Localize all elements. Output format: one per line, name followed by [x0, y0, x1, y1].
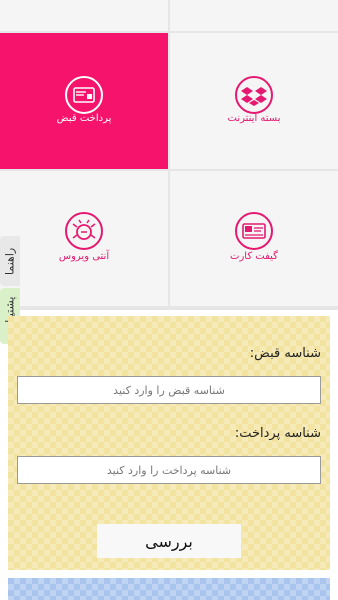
- tile-partial-right: [170, 0, 338, 31]
- gift-card-icon: [235, 212, 273, 250]
- tile-bill-payment-label: پرداخت قبض: [56, 113, 112, 124]
- tile-gift-card-label: گیفت کارت: [230, 251, 278, 262]
- check-button[interactable]: بررسی: [97, 524, 241, 558]
- tile-bill-payment[interactable]: پرداخت قبض: [0, 33, 168, 169]
- bill-id-input[interactable]: [17, 376, 321, 404]
- payment-id-input[interactable]: [17, 456, 321, 484]
- bug-icon: [65, 212, 103, 250]
- services-grid: پرداخت قبض بسته اینترنت آنتی ویروس گیفت …: [0, 0, 338, 310]
- tile-internet-package[interactable]: بسته اینترنت: [170, 33, 338, 169]
- dropbox-icon: [235, 76, 273, 114]
- bill-icon: [65, 76, 103, 114]
- tile-antivirus[interactable]: آنتی ویروس: [0, 171, 168, 306]
- tile-gift-card[interactable]: گیفت کارت: [170, 171, 338, 306]
- tile-partial-left: [0, 0, 168, 31]
- bottom-bar: [8, 578, 330, 600]
- tile-internet-package-label: بسته اینترنت: [227, 113, 281, 124]
- bill-id-label: شناسه قبض:: [249, 346, 321, 361]
- side-tab-help[interactable]: راهنما: [0, 236, 20, 286]
- bill-inquiry-form: شناسه قبض: شناسه پرداخت: بررسی: [8, 316, 330, 570]
- tile-antivirus-label: آنتی ویروس: [58, 251, 110, 262]
- payment-id-label: شناسه پرداخت:: [234, 426, 321, 441]
